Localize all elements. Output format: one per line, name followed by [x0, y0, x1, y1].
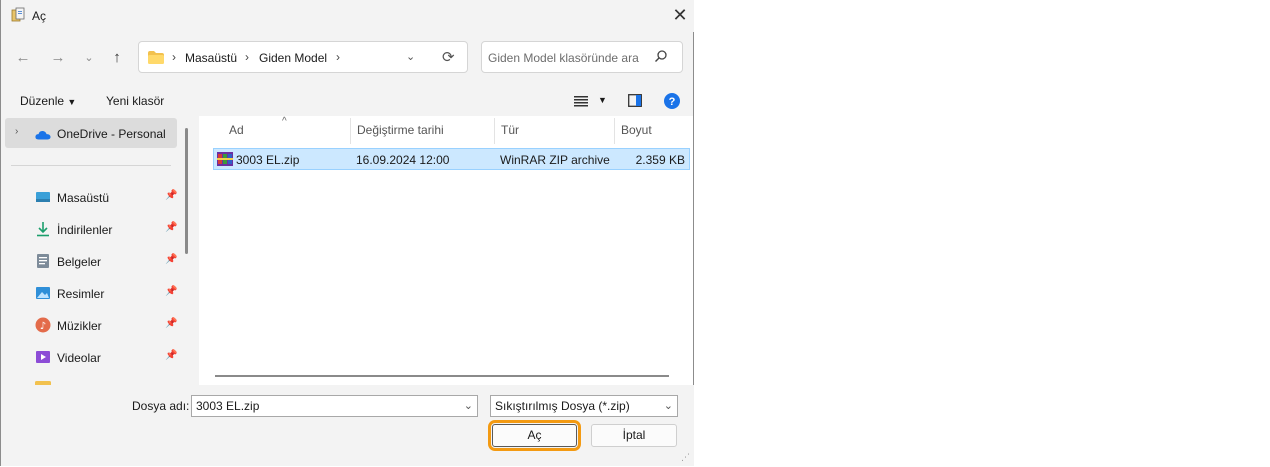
column-divider[interactable]: [350, 118, 351, 144]
file-type-filter-value: Sıkıştırılmış Dosya (*.zip): [495, 399, 630, 413]
sidebar-item-onedrive[interactable]: › OneDrive - Personal: [5, 118, 177, 148]
breadcrumb-separator-icon: ›: [245, 50, 249, 64]
column-header-name[interactable]: Ad: [229, 123, 244, 137]
help-icon[interactable]: ?: [664, 93, 680, 109]
pin-icon: 📌: [165, 222, 178, 233]
recent-locations-chevron-icon[interactable]: ⌄: [79, 48, 99, 68]
forward-arrow-icon[interactable]: →: [48, 48, 68, 68]
dialog-footer: Dosya adı: 3003 EL.zip ⌄ Sıkıştırılmış D…: [1, 385, 694, 466]
folder-icon: [148, 51, 164, 64]
sidebar-item-desktop[interactable]: Masaüstü 📌: [1, 182, 181, 212]
sidebar-item-label: Müzikler: [57, 319, 102, 333]
music-icon: ♪: [35, 317, 51, 333]
sidebar-item-label: Belgeler: [57, 255, 102, 269]
command-bar: Düzenle ▼ Yeni klasör ▼ ?: [1, 88, 694, 114]
open-file-dialog: Aç ✕ ← → ⌄ ↑ › Masaüstü › Giden Model › …: [0, 0, 694, 466]
sort-ascending-icon: ^: [282, 116, 287, 127]
chevron-down-icon[interactable]: ⌄: [664, 399, 673, 412]
organize-label: Düzenle: [20, 94, 65, 108]
address-bar[interactable]: › Masaüstü › Giden Model › ⌄ ⟳: [138, 41, 468, 73]
cancel-button[interactable]: İptal: [591, 424, 677, 447]
breadcrumb-item-giden-model[interactable]: Giden Model: [259, 51, 327, 65]
filename-value: 3003 EL.zip: [196, 399, 260, 413]
filename-input[interactable]: 3003 EL.zip ⌄: [191, 395, 478, 417]
breadcrumb-item-desktop[interactable]: Masaüstü: [185, 51, 237, 65]
sidebar-item-downloads[interactable]: İndirilenler 📌: [1, 214, 181, 244]
sidebar-item-label: Resimler: [57, 287, 105, 301]
column-header-type[interactable]: Tür: [501, 123, 519, 137]
winrar-archive-icon: [217, 152, 233, 166]
file-type: WinRAR ZIP archive: [500, 153, 610, 167]
sidebar-item-label: Videolar: [57, 351, 101, 365]
download-icon: [37, 222, 49, 237]
chevron-down-icon[interactable]: ⌄: [464, 399, 473, 412]
sidebar-item-label: İndirilenler: [57, 223, 113, 237]
desktop-icon: [36, 192, 50, 202]
refresh-icon[interactable]: ⟳: [442, 48, 455, 66]
onedrive-cloud-icon: [35, 130, 51, 140]
up-arrow-icon[interactable]: ↑: [107, 48, 127, 68]
sidebar-item-music[interactable]: ♪ Müzikler 📌: [1, 310, 181, 340]
breadcrumb-separator-icon: ›: [172, 50, 176, 64]
videos-icon: [36, 351, 50, 363]
search-box[interactable]: Giden Model klasöründe ara: [481, 41, 683, 73]
pin-icon: 📌: [165, 286, 178, 297]
column-header-size[interactable]: Boyut: [621, 123, 652, 137]
close-icon[interactable]: ✕: [669, 4, 691, 26]
pin-icon: 📌: [165, 350, 178, 361]
navigation-bar: ← → ⌄ ↑ › Masaüstü › Giden Model › ⌄ ⟳ G…: [1, 36, 694, 80]
open-button[interactable]: Aç: [488, 420, 581, 451]
sidebar-item-videos[interactable]: Videolar 📌: [1, 342, 181, 372]
chevron-down-icon: ▼: [67, 97, 77, 107]
preview-pane-icon[interactable]: [628, 94, 642, 107]
column-divider[interactable]: [494, 118, 495, 144]
sidebar-divider: [11, 165, 171, 166]
back-arrow-icon[interactable]: ←: [13, 48, 33, 68]
filename-label: Dosya adı:: [132, 399, 190, 413]
sidebar-item-label: Masaüstü: [57, 191, 110, 205]
app-icon: [11, 7, 25, 22]
file-modified: 16.09.2024 12:00: [356, 153, 450, 167]
title-bar: Aç ✕: [1, 0, 694, 32]
sidebar-item-pictures[interactable]: Resimler 📌: [1, 278, 181, 308]
navigation-pane: › OneDrive - Personal Masaüstü 📌 İndiril…: [1, 116, 191, 385]
file-name: 3003 EL.zip: [236, 153, 300, 167]
pictures-icon: [36, 287, 50, 299]
horizontal-scrollbar[interactable]: [215, 375, 669, 377]
resize-grip-icon[interactable]: ⋰: [681, 452, 690, 463]
pin-icon: 📌: [165, 190, 178, 201]
expand-chevron-icon[interactable]: ›: [15, 126, 18, 137]
search-icon: [655, 50, 667, 62]
svg-text:♪: ♪: [40, 321, 46, 332]
sidebar-item-documents[interactable]: Belgeler 📌: [1, 246, 181, 276]
pin-icon: 📌: [165, 318, 178, 329]
file-type-filter[interactable]: Sıkıştırılmış Dosya (*.zip) ⌄: [490, 395, 678, 417]
pin-icon: 📌: [165, 254, 178, 265]
file-row[interactable]: 3003 EL.zip 16.09.2024 12:00 WinRAR ZIP …: [213, 148, 690, 170]
sidebar-item-label: OneDrive - Personal: [57, 127, 166, 141]
view-options-icon[interactable]: [574, 96, 588, 107]
view-options-chevron-icon[interactable]: ▼: [598, 95, 607, 105]
documents-icon: [37, 254, 49, 268]
search-placeholder: Giden Model klasöründe ara: [488, 51, 639, 65]
organize-menu[interactable]: Düzenle ▼: [20, 94, 76, 108]
column-header-modified[interactable]: Değiştirme tarihi: [357, 123, 444, 137]
breadcrumb-separator-icon: ›: [336, 50, 340, 64]
window-title: Aç: [32, 9, 47, 23]
address-dropdown-chevron-icon[interactable]: ⌄: [406, 50, 415, 63]
file-size: 2.359 KB: [635, 153, 685, 167]
new-folder-button[interactable]: Yeni klasör: [106, 94, 164, 108]
file-list: ^ Ad Değiştirme tarihi Tür Boyut 3003 EL…: [199, 116, 693, 385]
sidebar-scrollbar[interactable]: [185, 128, 188, 254]
column-divider[interactable]: [614, 118, 615, 144]
svg-text:?: ?: [669, 96, 676, 108]
